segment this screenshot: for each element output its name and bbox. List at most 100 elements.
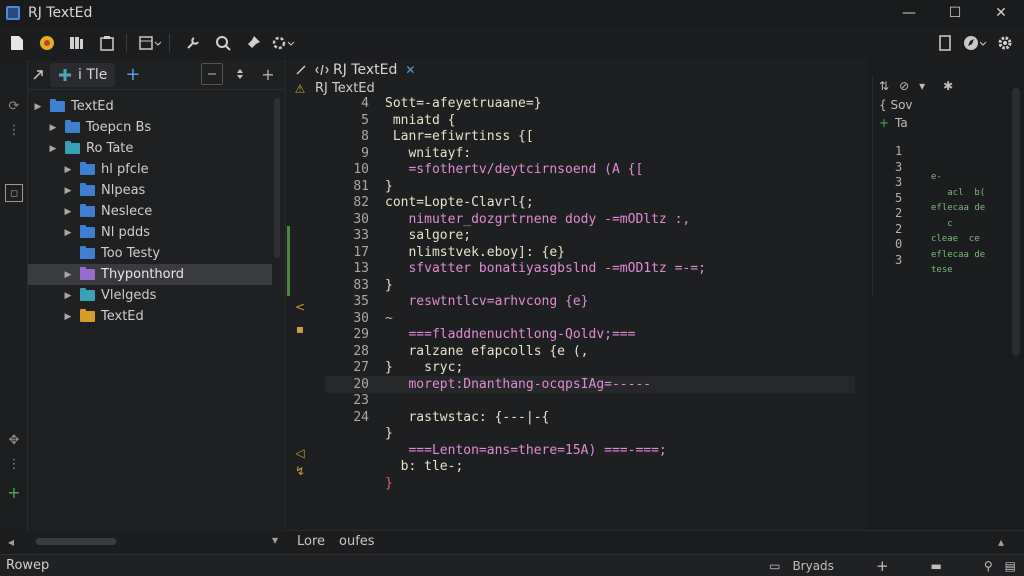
- warning-icon[interactable]: ↯: [293, 464, 307, 478]
- chevron-right-icon[interactable]: ▶: [62, 186, 74, 196]
- tree-item[interactable]: Too Testy: [28, 243, 272, 264]
- code-line[interactable]: }: [385, 179, 855, 196]
- layout-dropdown-button[interactable]: [137, 30, 163, 56]
- fold-icon[interactable]: ◁: [293, 446, 307, 460]
- search-icon: [216, 36, 231, 51]
- move-icon[interactable]: ✥: [6, 432, 22, 448]
- tree-item[interactable]: ▶ Nlpeas: [28, 180, 272, 201]
- link-icon[interactable]: [28, 68, 48, 82]
- code-line[interactable]: ralzane efapcolls {e (,: [385, 344, 855, 361]
- clipboard-button[interactable]: [94, 30, 120, 56]
- chevron-right-icon[interactable]: ▶: [62, 165, 74, 175]
- breadcrumb-item[interactable]: RJ TextEd: [315, 81, 375, 96]
- chevron-right-icon[interactable]: ▶: [47, 144, 59, 154]
- chevron-right-icon[interactable]: ▶: [62, 291, 74, 301]
- warning-icon[interactable]: ⚠: [293, 82, 307, 96]
- tree-item[interactable]: ▶ Thyponthord: [28, 264, 272, 285]
- navigate-dropdown-button[interactable]: [962, 30, 988, 56]
- code-line[interactable]: Sott=-afeyetruaane=}: [385, 96, 855, 113]
- scroll-up-icon[interactable]: ▴: [998, 535, 1004, 549]
- search-button[interactable]: [210, 30, 236, 56]
- add-file-button[interactable]: +: [257, 63, 279, 85]
- settings-color-button[interactable]: [34, 30, 60, 56]
- code-line[interactable]: nlimstvek.eboy]: {e}: [385, 245, 855, 262]
- settings-icon[interactable]: ✱: [943, 79, 953, 93]
- panel-icon[interactable]: ▬: [931, 559, 942, 573]
- editor-tab-rj-texted[interactable]: RJ TextEd ✕: [309, 60, 421, 80]
- code-text[interactable]: Sott=-afeyetruaane=} mniatd { Lanr=efiwr…: [385, 96, 855, 492]
- preferences-button[interactable]: [992, 30, 1018, 56]
- code-line[interactable]: mniatd {: [385, 113, 855, 130]
- chevron-down-icon[interactable]: ▾: [919, 79, 925, 93]
- tools-button[interactable]: [180, 30, 206, 56]
- sync-icon[interactable]: ⟳: [6, 98, 22, 114]
- chevron-right-icon[interactable]: ▶: [62, 228, 74, 238]
- project-tab[interactable]: i Tle: [50, 62, 116, 87]
- pin-button[interactable]: [240, 30, 266, 56]
- new-file-button[interactable]: [4, 30, 30, 56]
- code-line[interactable]: rastwstac: {---|-{: [385, 410, 855, 427]
- bookmark-gutter-icon[interactable]: ▪: [293, 322, 307, 336]
- structure-add-icon[interactable]: +: [879, 116, 889, 130]
- code-line[interactable]: b: tle-;: [385, 459, 855, 476]
- tree-item[interactable]: ▶ Toepcn Bs: [28, 117, 272, 138]
- tree-horizontal-scrollbar[interactable]: [36, 538, 116, 545]
- filter-icon[interactable]: ⊘: [899, 79, 909, 93]
- code-line[interactable]: =sfothertv/deytcirnsoend (A {[: [385, 162, 855, 179]
- folder-icon[interactable]: ▭: [769, 559, 780, 573]
- status-branch-label[interactable]: Bryads: [792, 559, 834, 573]
- sort-icon[interactable]: ⇅: [879, 79, 889, 93]
- code-line[interactable]: sfvatter bonatiyasgbslnd -=mOD1tz =-=;: [385, 261, 855, 278]
- tree-item[interactable]: ▶ TextEd: [28, 306, 272, 327]
- bookmark-button[interactable]: [932, 30, 958, 56]
- tree-item[interactable]: ▶ Neslece: [28, 201, 272, 222]
- code-line[interactable]: salgore;: [385, 228, 855, 245]
- code-line[interactable]: [385, 393, 855, 410]
- scroll-left-icon[interactable]: ◂: [8, 535, 14, 549]
- close-tab-icon[interactable]: ✕: [405, 63, 415, 77]
- code-line[interactable]: Lanr=efiwrtinss {[: [385, 129, 855, 146]
- code-line[interactable]: ===Lenton=ans=there=15A) ===-===;: [385, 443, 855, 460]
- add-icon[interactable]: +: [876, 557, 889, 575]
- code-line[interactable]: reswtntlcv=arhvcong {e}: [385, 294, 855, 311]
- maximize-button[interactable]: ☐: [932, 0, 978, 26]
- code-line[interactable]: } sryc;: [385, 360, 855, 377]
- code-line[interactable]: }: [385, 426, 855, 443]
- editor-vertical-scrollbar[interactable]: [1012, 88, 1020, 356]
- add-project-tab-button[interactable]: +: [125, 64, 140, 85]
- code-line[interactable]: morept:Dnanthang-ocqpsIAg=-----: [385, 377, 855, 394]
- code-line[interactable]: ===fladdnenuchtlong-Qoldv;===: [385, 327, 855, 344]
- tree-item[interactable]: ▶ Vlelgeds: [28, 285, 272, 306]
- link-icon[interactable]: [293, 64, 309, 76]
- fold-icon[interactable]: <: [293, 300, 307, 314]
- code-line[interactable]: ~: [385, 311, 855, 328]
- tree-item[interactable]: ▶ hl pfcle: [28, 159, 272, 180]
- code-line[interactable]: }: [385, 476, 855, 493]
- library-button[interactable]: [64, 30, 90, 56]
- collapse-all-button[interactable]: [201, 63, 223, 85]
- minimize-button[interactable]: —: [886, 0, 932, 26]
- scroll-down-icon[interactable]: ▾: [272, 533, 278, 547]
- chevron-right-icon[interactable]: ▶: [47, 123, 59, 133]
- close-button[interactable]: ✕: [978, 0, 1024, 26]
- chevron-right-icon[interactable]: ▶: [32, 102, 44, 112]
- terminal-icon[interactable]: ▤: [1005, 559, 1016, 573]
- bottom-tab-lore[interactable]: Lore: [297, 534, 325, 549]
- search-icon[interactable]: ⚲: [984, 559, 993, 573]
- panel-toggle-icon[interactable]: ▫: [5, 184, 23, 202]
- tree-scrollbar[interactable]: [274, 98, 280, 258]
- code-line[interactable]: }: [385, 278, 855, 295]
- code-line[interactable]: nimuter_dozgrtrnene dody -=mODltz :,: [385, 212, 855, 229]
- chevron-right-icon[interactable]: ▶: [62, 312, 74, 322]
- expand-button[interactable]: [229, 63, 251, 85]
- tree-item[interactable]: ▶ Ro Tate: [28, 138, 272, 159]
- tree-item[interactable]: ▶ TextEd: [28, 96, 272, 117]
- add-icon[interactable]: +: [6, 483, 22, 502]
- plugins-dropdown-button[interactable]: [270, 30, 296, 56]
- tree-item[interactable]: ▶ Nl pdds: [28, 222, 272, 243]
- code-line[interactable]: wnitayf:: [385, 146, 855, 163]
- chevron-right-icon[interactable]: ▶: [62, 270, 74, 280]
- code-line[interactable]: cont=Lopte-Clavrl{;: [385, 195, 855, 212]
- chevron-right-icon[interactable]: ▶: [62, 207, 74, 217]
- bottom-tab-oufes[interactable]: oufes: [339, 534, 375, 549]
